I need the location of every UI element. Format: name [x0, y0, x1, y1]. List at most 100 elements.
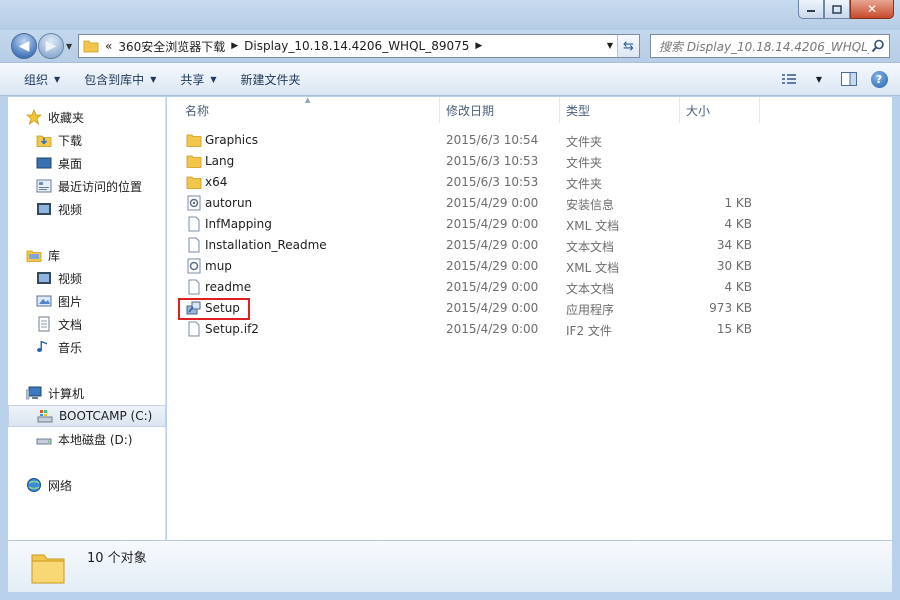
chevron-down-icon: ▼	[150, 74, 157, 84]
column-header-type[interactable]: 类型	[566, 102, 590, 124]
column-date-label: 修改日期	[446, 104, 495, 118]
column-divider[interactable]	[679, 97, 680, 123]
file-row[interactable]: Setup.if2 2015/4/29 0:00 IF2 文件 15 KB	[167, 319, 892, 340]
column-type-label: 类型	[566, 104, 591, 118]
chevron-right-icon[interactable]: ▶	[231, 41, 238, 51]
column-divider[interactable]	[759, 97, 760, 123]
hard-drive-icon	[36, 431, 52, 447]
file-size: 4 KB	[724, 217, 752, 231]
sidebar-item-recent-places[interactable]: 最近访问的位置	[36, 175, 166, 197]
file-row[interactable]: Lang 2015/6/3 10:53 文件夹	[167, 151, 892, 172]
sidebar-item-music[interactable]: 音乐	[36, 336, 166, 358]
column-size-label: 大小	[686, 104, 711, 118]
sidebar-item-downloads[interactable]: 下载	[36, 129, 166, 151]
sidebar-item-local-disk-d[interactable]: 本地磁盘 (D:)	[36, 428, 166, 450]
documents-icon	[36, 316, 52, 332]
file-type: 安装信息	[566, 198, 615, 212]
column-header-size[interactable]: 大小	[686, 102, 710, 124]
column-header-name[interactable]: 名称	[185, 102, 209, 124]
sidebar-item-videos-favorite[interactable]: 视频	[36, 198, 166, 220]
file-size: 15 KB	[716, 322, 752, 336]
search-input[interactable]: 搜索 Display_10.18.14.4206_WHQL_89075	[659, 38, 869, 55]
file-date: 2015/6/3 10:53	[446, 154, 539, 168]
help-button[interactable]: ?	[868, 69, 890, 89]
sidebar-item-label: 本地磁盘 (D:)	[58, 432, 133, 447]
file-date: 2015/4/29 0:00	[446, 280, 539, 294]
sidebar-item-label: 音乐	[58, 340, 83, 355]
address-bar[interactable]: « 360安全浏览器下载 ▶ Display_10.18.14.4206_WHQ…	[78, 34, 640, 58]
file-size: 973 KB	[709, 301, 752, 315]
window-controls: ✕	[798, 0, 894, 19]
column-divider[interactable]	[559, 97, 560, 123]
file-row[interactable]: mup 2015/4/29 0:00 XML 文档 30 KB	[167, 256, 892, 277]
file-type: 文件夹	[566, 177, 603, 191]
sidebar-libraries[interactable]: 库	[26, 244, 166, 266]
sidebar-item-pictures[interactable]: 图片	[36, 290, 166, 312]
file-date: 2015/4/29 0:00	[446, 259, 539, 273]
folder-icon	[83, 40, 99, 53]
sidebar-item-label: BOOTCAMP (C:)	[59, 409, 153, 423]
minimize-button[interactable]	[798, 0, 824, 19]
music-icon	[36, 339, 52, 355]
organize-button[interactable]: 组织 ▼	[24, 71, 60, 88]
document-icon	[188, 216, 200, 232]
sidebar-item-videos[interactable]: 视频	[36, 267, 166, 289]
sidebar-network[interactable]: 网络	[26, 474, 166, 496]
include-in-library-button[interactable]: 包含到库中 ▼	[84, 71, 156, 88]
maximize-button[interactable]	[824, 0, 850, 19]
star-icon	[26, 109, 42, 125]
forward-button[interactable]: ▶	[38, 33, 64, 59]
close-button[interactable]: ✕	[850, 0, 894, 19]
file-row[interactable]: Setup 2015/4/29 0:00 应用程序 973 KB	[167, 298, 892, 319]
file-row[interactable]: Graphics 2015/6/3 10:54 文件夹	[167, 130, 892, 151]
file-name: autorun	[205, 196, 253, 210]
desktop-icon	[36, 155, 52, 171]
sidebar-item-documents[interactable]: 文档	[36, 313, 166, 335]
preview-pane-icon	[841, 72, 857, 86]
address-dropdown-icon[interactable]: ▼	[607, 41, 613, 50]
back-button[interactable]: ◀	[11, 33, 37, 59]
sidebar-network-label: 网络	[48, 478, 73, 493]
file-row[interactable]: InfMapping 2015/4/29 0:00 XML 文档 4 KB	[167, 214, 892, 235]
new-folder-button[interactable]: 新建文件夹	[241, 71, 301, 88]
column-header-date[interactable]: 修改日期	[446, 102, 494, 124]
refresh-button[interactable]: ⇆	[617, 35, 639, 57]
recent-pages-dropdown[interactable]: ▼	[66, 42, 72, 51]
chevron-right-icon[interactable]: ▶	[475, 41, 482, 51]
search-box[interactable]: 搜索 Display_10.18.14.4206_WHQL_89075	[650, 34, 890, 58]
details-pane: 10 个对象	[8, 540, 892, 592]
breadcrumb-item-current[interactable]: Display_10.18.14.4206_WHQL_89075	[244, 39, 469, 53]
breadcrumb-item-downloads[interactable]: 360安全浏览器下载	[118, 38, 225, 55]
close-icon: ✕	[866, 2, 878, 16]
file-name: Installation_Readme	[205, 238, 327, 252]
file-type: 文件夹	[566, 135, 603, 149]
file-row[interactable]: readme 2015/4/29 0:00 文本文档 4 KB	[167, 277, 892, 298]
change-view-button[interactable]	[778, 69, 800, 89]
search-icon[interactable]	[871, 39, 885, 53]
share-button[interactable]: 共享 ▼	[180, 71, 216, 88]
xml-icon	[187, 258, 201, 274]
sidebar-item-bootcamp-drive[interactable]: BOOTCAMP (C:)	[8, 405, 166, 427]
column-divider[interactable]	[439, 97, 440, 123]
include-library-label: 包含到库中	[84, 72, 145, 87]
system-drive-icon	[37, 408, 53, 424]
file-type: XML 文档	[566, 219, 620, 233]
file-row[interactable]: autorun 2015/4/29 0:00 安装信息 1 KB	[167, 193, 892, 214]
sidebar-favorites[interactable]: 收藏夹	[26, 106, 166, 128]
file-name: Graphics	[205, 133, 258, 147]
file-date: 2015/4/29 0:00	[446, 322, 539, 336]
sidebar-libraries-label: 库	[48, 248, 61, 263]
file-name: Setup.if2	[205, 322, 259, 336]
sidebar-item-desktop[interactable]: 桌面	[36, 152, 166, 174]
breadcrumb-overflow[interactable]: «	[105, 39, 112, 53]
preview-pane-button[interactable]	[838, 69, 860, 89]
file-name: x64	[205, 175, 228, 189]
file-type: XML 文档	[566, 261, 620, 275]
view-options-dropdown[interactable]: ▼	[808, 69, 830, 89]
file-row[interactable]: Installation_Readme 2015/4/29 0:00 文本文档 …	[167, 235, 892, 256]
sidebar-computer[interactable]: 计算机	[26, 382, 166, 404]
column-name-label: 名称	[185, 104, 210, 118]
sidebar-computer-label: 计算机	[48, 386, 85, 401]
help-icon: ?	[870, 70, 888, 88]
file-row[interactable]: x64 2015/6/3 10:53 文件夹	[167, 172, 892, 193]
